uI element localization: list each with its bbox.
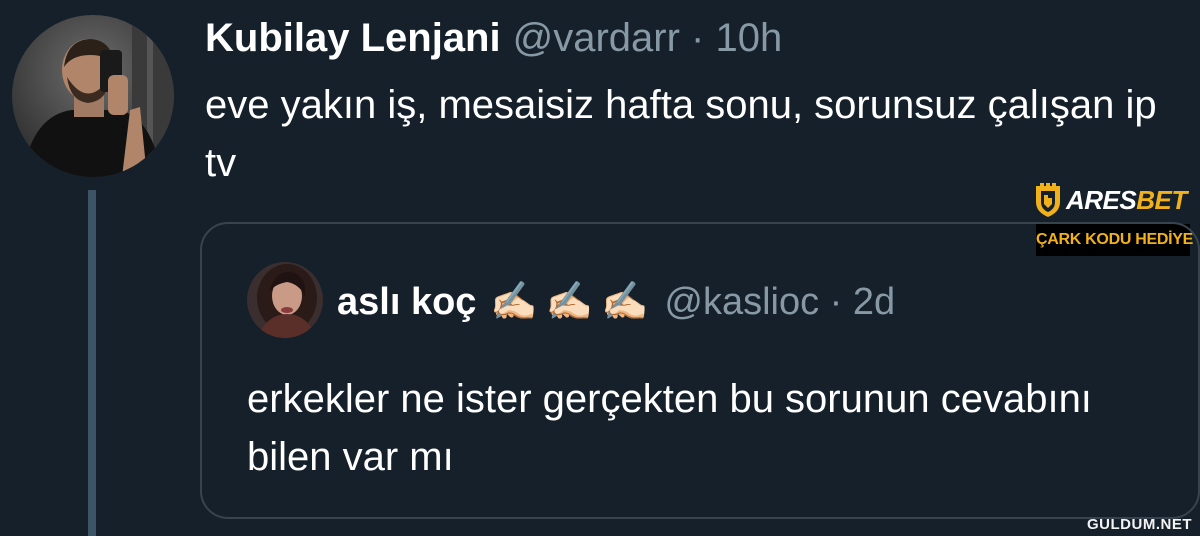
author-display-name[interactable]: Kubilay Lenjani (205, 16, 501, 60)
thread-connector-line (88, 190, 96, 536)
quoted-tweet-body-text: erkekler ne ister gerçekten bu sorunun c… (247, 377, 1092, 479)
quoted-author-avatar[interactable] (247, 262, 323, 338)
screenshot-canvas: Kubilay Lenjani @vardarr · 10h eve yakın … (0, 0, 1200, 536)
author-handle-time[interactable]: @vardarr · 10h (513, 16, 783, 60)
author-avatar-photo (12, 15, 174, 177)
sponsor-logo: ARESBET (1034, 178, 1187, 222)
quoted-tweet-card[interactable]: aslı koç ✍🏻✍🏻✍🏻 @kaslioc · 2d erkekler ne … (200, 222, 1200, 519)
quoted-author-handle-time[interactable]: @kaslioc · 2d (664, 281, 895, 323)
sponsor-brand-text: ARESBET (1066, 185, 1187, 216)
quoted-tweet-header: aslı koç ✍🏻✍🏻✍🏻 @kaslioc · 2d (337, 276, 895, 328)
writing-hand-emoji-icon: ✍🏻✍🏻✍🏻 (490, 281, 657, 323)
tweet-header: Kubilay Lenjani @vardarr · 10h (205, 10, 782, 66)
author-avatar[interactable] (12, 15, 174, 177)
site-watermark: GULDUM.NET (1087, 516, 1192, 533)
sponsor-brand-ares: ARES (1066, 184, 1137, 215)
quoted-author-avatar-photo (247, 262, 323, 338)
castle-shield-icon (1036, 183, 1060, 217)
sponsor-brand-bet: BET (1136, 184, 1187, 215)
quoted-author-display-name[interactable]: aslı koç (337, 281, 476, 323)
tweet-body-text: eve yakın iş, mesaisiz hafta sonu, sorun… (205, 83, 1157, 185)
